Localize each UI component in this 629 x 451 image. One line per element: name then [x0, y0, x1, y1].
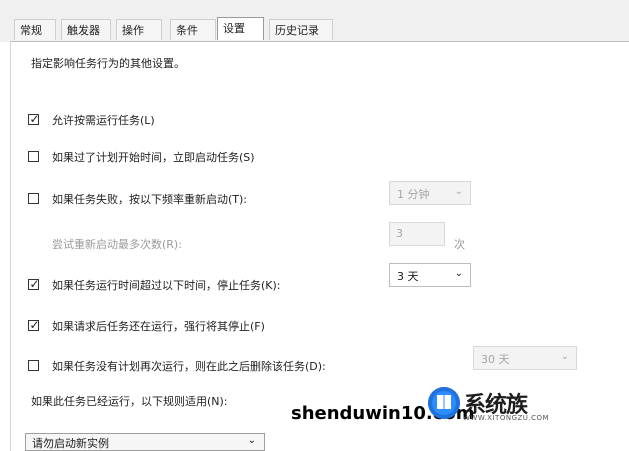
tab-settings[interactable]: 设置 [217, 17, 264, 40]
restart-attempts-input[interactable]: 3 [389, 222, 445, 246]
tab-history[interactable]: 历史记录 [269, 19, 333, 40]
chevron-down-icon: ⌄ [454, 268, 463, 279]
stop-if-runs-longer-checkbox[interactable]: ✓ [28, 277, 40, 291]
force-stop-checkbox[interactable]: ✓ [28, 318, 40, 332]
allow-on-demand-label: 允许按需运行任务(L) [52, 114, 155, 127]
start-asap-label: 如果过了计划开始时间，立即启动任务(S) [52, 151, 255, 164]
watermark-subtext: WWW.XITONGZU.COM [463, 414, 550, 422]
rule-select[interactable]: 请勿启动新实例 ⌄ [25, 433, 265, 451]
force-stop-label: 如果请求后任务还在运行，强行将其停止(F) [52, 320, 265, 333]
restart-attempts-unit: 次 [454, 238, 465, 251]
chevron-down-icon: ⌄ [454, 186, 463, 197]
delete-after-value: 30 天 [481, 353, 510, 366]
delete-if-not-scheduled-checkbox[interactable] [28, 360, 39, 371]
windows-logo-icon [428, 387, 460, 419]
delete-after-select[interactable]: 30 天 ⌄ [473, 346, 577, 370]
restart-on-fail-checkbox[interactable] [28, 193, 39, 204]
panel-description: 指定影响任务行为的其他设置。 [31, 57, 185, 70]
allow-on-demand-checkbox[interactable]: ✓ [28, 112, 40, 126]
rule-label: 如果此任务已经运行，以下规则适用(N): [31, 395, 228, 408]
restart-interval-value: 1 分钟 [397, 188, 430, 201]
stop-duration-select[interactable]: 3 天 ⌄ [389, 263, 471, 287]
check-icon: ✓ [29, 112, 40, 126]
restart-on-fail-label: 如果任务失败，按以下频率重新启动(T): [52, 193, 248, 206]
watermark: shenduwin10.com 系统族 WWW.XITONGZU.COM [291, 387, 623, 429]
start-asap-checkbox[interactable] [28, 151, 39, 162]
stop-duration-value: 3 天 [397, 270, 419, 283]
check-icon: ✓ [29, 318, 40, 332]
restart-interval-select[interactable]: 1 分钟 ⌄ [389, 181, 471, 205]
restart-attempts-label: 尝试重新启动最多次数(R): [52, 238, 182, 251]
chevron-down-icon: ⌄ [560, 351, 569, 362]
tab-conditions[interactable]: 条件 [170, 19, 216, 40]
check-icon: ✓ [29, 277, 40, 291]
delete-if-not-scheduled-label: 如果任务没有计划再次运行，则在此之后删除该任务(D): [52, 360, 326, 373]
tab-triggers[interactable]: 触发器 [61, 19, 111, 40]
restart-attempts-value: 3 [396, 227, 403, 240]
tab-general[interactable]: 常规 [14, 19, 56, 40]
chevron-down-icon: ⌄ [247, 435, 256, 446]
tab-actions[interactable]: 操作 [116, 19, 162, 40]
stop-if-runs-longer-label: 如果任务运行时间超过以下时间，停止任务(K): [52, 279, 281, 292]
rule-value: 请勿启动新实例 [32, 437, 109, 450]
